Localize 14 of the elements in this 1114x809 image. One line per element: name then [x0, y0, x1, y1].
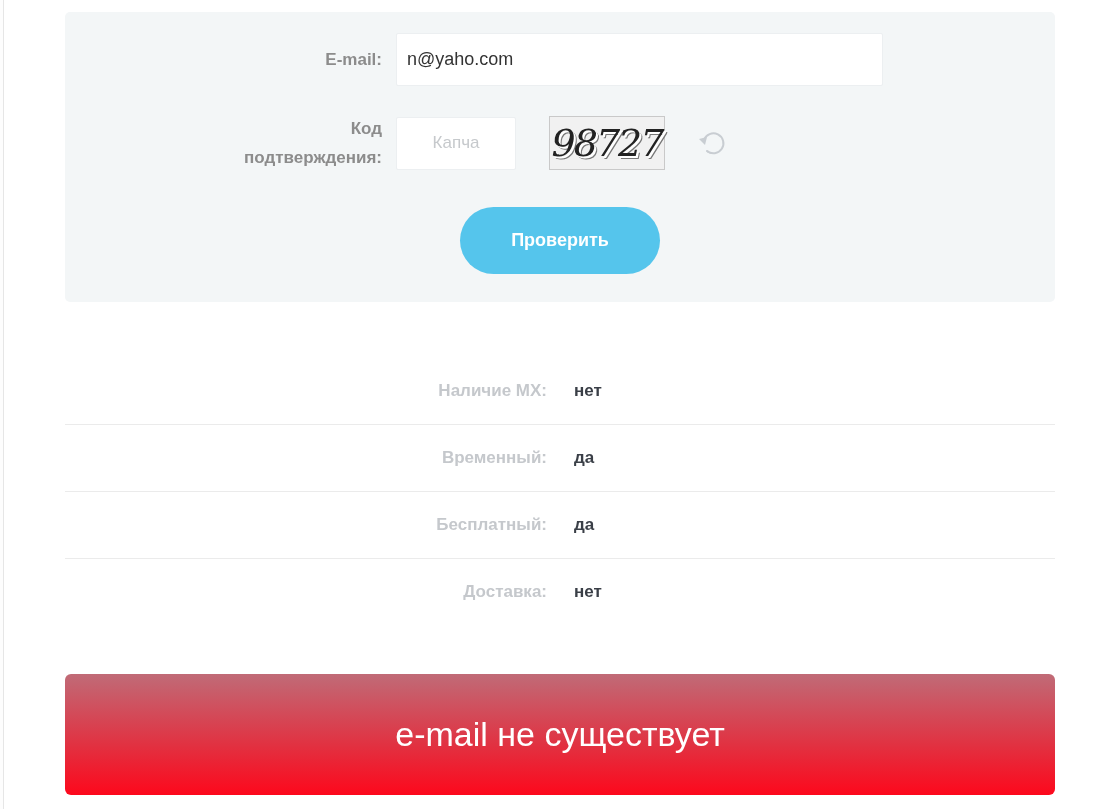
captcha-input-field[interactable]: Капча — [396, 116, 516, 170]
captcha-image: 98727 — [549, 116, 665, 170]
result-label: Наличие MX: — [438, 380, 547, 400]
verdict-banner: e-mail не существует — [65, 674, 1055, 795]
result-label: Доставка: — [463, 582, 547, 602]
result-label: Временный: — [441, 448, 547, 468]
email-input-field[interactable]: n@yaho.com — [396, 33, 883, 86]
result-value: да — [574, 514, 595, 537]
result-value: нет — [574, 379, 602, 402]
result-value: нет — [574, 581, 602, 604]
field-label: Код подтверждения: — [243, 118, 382, 169]
result-label: Бесплатный: — [436, 515, 547, 535]
result-value: да — [574, 447, 595, 470]
field-label: E-mail: — [325, 49, 382, 71]
